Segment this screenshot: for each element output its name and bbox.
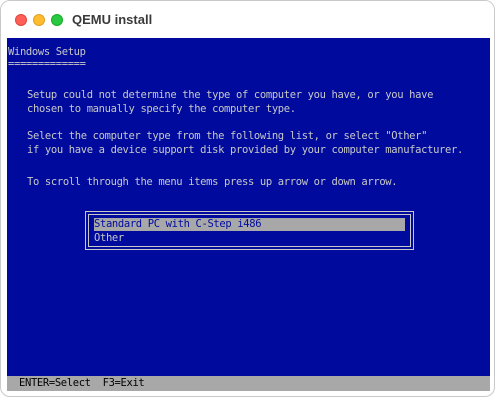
setup-instruction-line-2: if you have a device support disk provid… xyxy=(27,144,463,156)
vm-screen[interactable]: Windows Setup ============= Setup could … xyxy=(7,38,490,391)
qemu-window: QEMU install Windows Setup =============… xyxy=(0,0,495,397)
window-title: QEMU install xyxy=(72,12,153,27)
status-bar-keys: ENTER=Select F3=Exit xyxy=(19,377,145,389)
setup-message-line-1: Setup could not determine the type of co… xyxy=(27,89,434,101)
menu-item-other[interactable]: Other xyxy=(94,232,405,245)
zoom-window-button[interactable] xyxy=(51,14,63,26)
minimize-window-button[interactable] xyxy=(33,14,45,26)
setup-heading-underline: ============= xyxy=(8,58,86,70)
close-window-button[interactable] xyxy=(15,14,27,26)
scroll-hint: To scroll through the menu items press u… xyxy=(27,176,398,188)
setup-message-line-2: chosen to manually specify the computer … xyxy=(27,103,296,115)
setup-instruction-line-1: Select the computer type from the follow… xyxy=(27,130,428,142)
computer-type-list[interactable]: Standard PC with C-Step i486 Other xyxy=(85,211,414,250)
status-bar: ENTER=Select F3=Exit xyxy=(7,376,490,391)
menu-item-standard-pc[interactable]: Standard PC with C-Step i486 xyxy=(94,218,405,231)
title-bar[interactable]: QEMU install xyxy=(1,1,494,37)
